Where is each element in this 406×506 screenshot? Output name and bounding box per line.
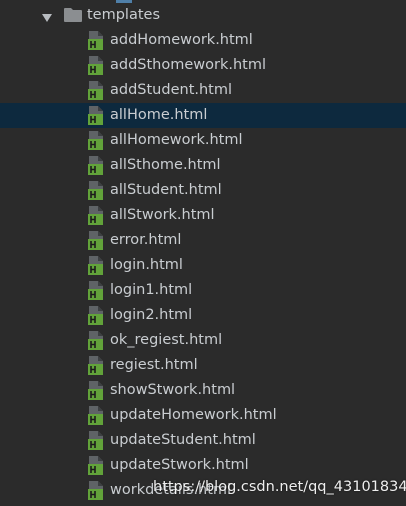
file-label: addHomework.html [110,32,253,48]
tree-file-item[interactable]: ok_regiest.html [0,328,406,353]
project-file-tree: templates addHomework.html addSthomework.… [0,0,406,506]
tree-file-item[interactable]: allHome.html [0,103,406,128]
file-label: login2.html [110,307,193,323]
tree-file-item[interactable]: updateStwork.html [0,453,406,478]
tree-file-item[interactable]: login2.html [0,303,406,328]
html-file-icon [87,30,105,51]
tree-file-item[interactable]: showStwork.html [0,378,406,403]
html-file-icon [87,305,105,326]
tree-file-item[interactable]: addStudent.html [0,78,406,103]
tree-file-item[interactable]: allHomework.html [0,128,406,153]
file-label: allStwork.html [110,207,215,223]
tree-folder-templates[interactable]: templates [0,3,406,28]
tree-file-item[interactable]: addSthomework.html [0,53,406,78]
html-file-icon [87,455,105,476]
file-label: login1.html [110,282,193,298]
file-label: regiest.html [110,357,198,373]
file-label: updateStudent.html [110,432,256,448]
chevron-down-icon[interactable] [41,9,53,22]
html-file-icon [87,280,105,301]
folder-icon [63,7,83,23]
tree-file-item[interactable]: error.html [0,228,406,253]
file-label: error.html [110,232,182,248]
file-label: addSthomework.html [110,57,267,73]
file-label: updateStwork.html [110,457,249,473]
html-file-icon [87,430,105,451]
file-label: allHomework.html [110,132,243,148]
file-label: allStudent.html [110,182,222,198]
file-label: showStwork.html [110,382,236,398]
tree-file-item[interactable]: allStudent.html [0,178,406,203]
tree-file-item[interactable]: addHomework.html [0,28,406,53]
html-file-icon [87,255,105,276]
file-label: updateHomework.html [110,407,277,423]
tree-file-item[interactable]: updateHomework.html [0,403,406,428]
file-label: ok_regiest.html [110,332,223,348]
tree-file-item[interactable]: login1.html [0,278,406,303]
tree-file-item[interactable]: login.html [0,253,406,278]
html-file-icon [87,380,105,401]
tree-file-item[interactable]: allSthome.html [0,153,406,178]
html-file-icon [87,155,105,176]
html-file-icon [87,105,105,126]
html-file-icon [87,355,105,376]
tree-file-item[interactable]: updateStudent.html [0,428,406,453]
html-file-icon [87,405,105,426]
file-label: allHome.html [110,107,208,123]
html-file-icon [87,180,105,201]
folder-label: templates [87,7,161,23]
tree-file-item[interactable]: allStwork.html [0,203,406,228]
html-file-icon [87,80,105,101]
html-file-icon [87,205,105,226]
html-file-icon [87,55,105,76]
file-label: addStudent.html [110,82,233,98]
html-file-icon [87,480,105,501]
html-file-icon [87,130,105,151]
tree-file-item[interactable]: regiest.html [0,353,406,378]
html-file-icon [87,330,105,351]
watermark-text: https://blog.csdn.net/qq_43101834 [153,479,406,495]
file-label: login.html [110,257,183,273]
file-label: allSthome.html [110,157,221,173]
html-file-icon [87,230,105,251]
